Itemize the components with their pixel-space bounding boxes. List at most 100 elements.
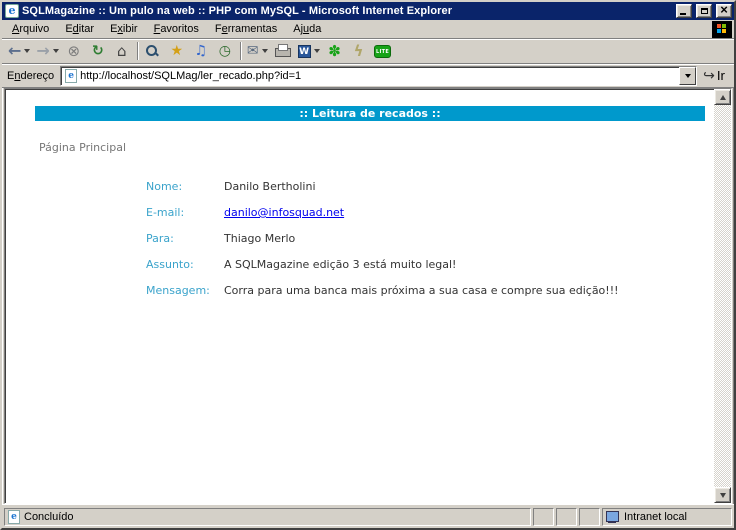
menu-item-arquivo[interactable]: Arquivo — [4, 21, 57, 38]
scroll-down-button[interactable] — [714, 487, 731, 503]
scroll-up-button[interactable] — [714, 89, 731, 105]
status-pane-empty-1 — [533, 508, 554, 526]
status-pane-empty-3 — [579, 508, 600, 526]
menu-item-favoritos[interactable]: Favoritos — [146, 21, 207, 38]
close-button[interactable] — [716, 2, 732, 18]
zone-text: Intranet local — [624, 511, 687, 523]
back-button[interactable]: ← — [5, 40, 33, 62]
dropdown-caret-icon[interactable] — [24, 49, 31, 53]
history-icon: ◷ — [218, 43, 231, 59]
refresh-button[interactable]: ↻ — [86, 40, 110, 62]
email-link[interactable]: danilo@infosquad.net — [224, 206, 344, 219]
field-row: Assunto: A SQLMagazine edição 3 está muit… — [146, 258, 619, 284]
home-icon: ⌂ — [117, 42, 127, 60]
dropdown-caret-icon[interactable] — [313, 49, 320, 53]
field-value: Corra para uma banca mais próxima a sua … — [224, 284, 619, 297]
media-icon: ♫ — [194, 43, 208, 59]
browser-main: :: Leitura de recados :: Página Principa… — [2, 88, 734, 504]
ie-logo-icon[interactable]: e — [5, 4, 19, 18]
menu-item-ajuda[interactable]: Ajuda — [285, 21, 329, 38]
menu-item-ferramentas[interactable]: Ferramentas — [207, 21, 285, 38]
intranet-icon — [606, 511, 620, 523]
status-pane-empty-2 — [556, 508, 577, 526]
mail-icon: ✉ — [246, 43, 259, 59]
field-label: Para: — [146, 232, 174, 245]
address-input[interactable]: http://localhost/SQLMag/ler_recado.php?i… — [80, 70, 679, 82]
ie-window: e SQLMagazine :: Um pulo na web :: PHP c… — [0, 0, 736, 530]
recado-fields-table: Nome: Danilo Bertholini E-mail: danilo@info… — [146, 180, 619, 310]
field-value: A SQLMagazine edição 3 está muito legal! — [224, 258, 457, 271]
print-icon — [274, 44, 292, 58]
search-button[interactable] — [141, 40, 165, 62]
print-button[interactable] — [271, 40, 295, 62]
media-button[interactable]: ♫ — [189, 40, 213, 62]
page-title: :: Leitura de recados :: — [35, 106, 705, 121]
edit-word-button[interactable]: W — [295, 40, 323, 62]
status-bar: e Concluído Intranet local — [2, 504, 734, 528]
field-value: Danilo Bertholini — [224, 180, 316, 193]
scroll-down-icon — [719, 492, 726, 498]
go-arrow-icon: ↪ — [703, 67, 715, 84]
forward-icon: → — [36, 41, 50, 60]
icq-lite-button[interactable]: LITE — [371, 40, 395, 62]
lightning-icon: ϟ — [353, 42, 364, 60]
search-icon — [145, 44, 160, 59]
address-bar: Endereço e http://localhost/SQLMag/ler_r… — [2, 64, 734, 88]
restore-icon — [701, 8, 708, 14]
menu-item-exibir[interactable]: Exibir — [102, 21, 146, 38]
menu-item-editar[interactable]: Editar — [57, 21, 102, 38]
scrollbar-track[interactable] — [714, 105, 731, 487]
stop-button[interactable]: ⊗ — [62, 40, 86, 62]
scroll-up-icon — [719, 94, 726, 100]
security-zone-pane: Intranet local — [602, 508, 732, 526]
field-label: Mensagem: — [146, 284, 210, 297]
dropdown-caret-icon[interactable] — [52, 49, 59, 53]
field-label: Nome: — [146, 180, 183, 193]
address-label: Endereço — [7, 69, 55, 82]
ie-page-icon: e — [8, 510, 20, 524]
field-row: Para: Thiago Merlo — [146, 232, 619, 258]
chevron-down-icon — [684, 73, 691, 78]
window-title: SQLMagazine :: Um pulo na web :: PHP com… — [22, 5, 453, 17]
toolbar-separator — [239, 42, 241, 60]
title-bar: e SQLMagazine :: Um pulo na web :: PHP c… — [2, 2, 734, 20]
forward-button[interactable]: → — [33, 40, 61, 62]
restore-button[interactable] — [696, 4, 712, 18]
edit-word-icon: W — [297, 44, 311, 58]
go-button[interactable]: ↪ Ir — [701, 65, 731, 87]
status-text: Concluído — [24, 511, 74, 523]
favorites-button[interactable]: ★ — [165, 40, 189, 62]
ie-page-icon: e — [65, 68, 78, 83]
favorites-icon: ★ — [170, 43, 184, 59]
icq-lite-icon: LITE — [374, 44, 392, 58]
toolbar: ← → ⊗ ↻ ⌂ ★ ♫ ◷ ✉ W ✽ ϟ LITE — [2, 39, 734, 64]
field-label: E-mail: — [146, 206, 185, 219]
address-dropdown-button[interactable] — [679, 66, 697, 85]
status-pane: e Concluído — [4, 508, 531, 526]
icq-flower-icon: ✽ — [328, 42, 341, 60]
stop-icon: ⊗ — [67, 42, 81, 60]
windows-flag-icon — [717, 23, 721, 28]
menu-bar: Arquivo Editar Exibir Favoritos Ferramentas A… — [2, 20, 734, 39]
field-value: danilo@infosquad.net — [224, 206, 619, 232]
field-label: Assunto: — [146, 258, 194, 271]
vertical-scrollbar[interactable] — [714, 89, 731, 503]
field-row: Nome: Danilo Bertholini — [146, 180, 619, 206]
minimize-button[interactable] — [676, 4, 692, 18]
field-row: Mensagem: Corra para uma banca mais próxi… — [146, 284, 619, 310]
home-button[interactable]: ⌂ — [110, 40, 134, 62]
dropdown-caret-icon[interactable] — [261, 49, 268, 53]
mail-button[interactable]: ✉ — [244, 40, 271, 62]
field-row: E-mail: danilo@infosquad.net — [146, 206, 619, 232]
go-label: Ir — [716, 68, 725, 83]
lightning-button[interactable]: ϟ — [347, 40, 371, 62]
refresh-icon: ↻ — [91, 43, 104, 59]
back-icon: ← — [8, 41, 22, 60]
icq-flower-button[interactable]: ✽ — [323, 40, 347, 62]
web-page: :: Leitura de recados :: Página Principa… — [5, 89, 714, 503]
toolbar-separator — [136, 42, 138, 60]
pagina-principal-link[interactable]: Página Principal — [39, 141, 126, 154]
field-value: Thiago Merlo — [224, 232, 296, 245]
history-button[interactable]: ◷ — [213, 40, 237, 62]
address-combo[interactable]: e http://localhost/SQLMag/ler_recado.php… — [60, 65, 698, 86]
